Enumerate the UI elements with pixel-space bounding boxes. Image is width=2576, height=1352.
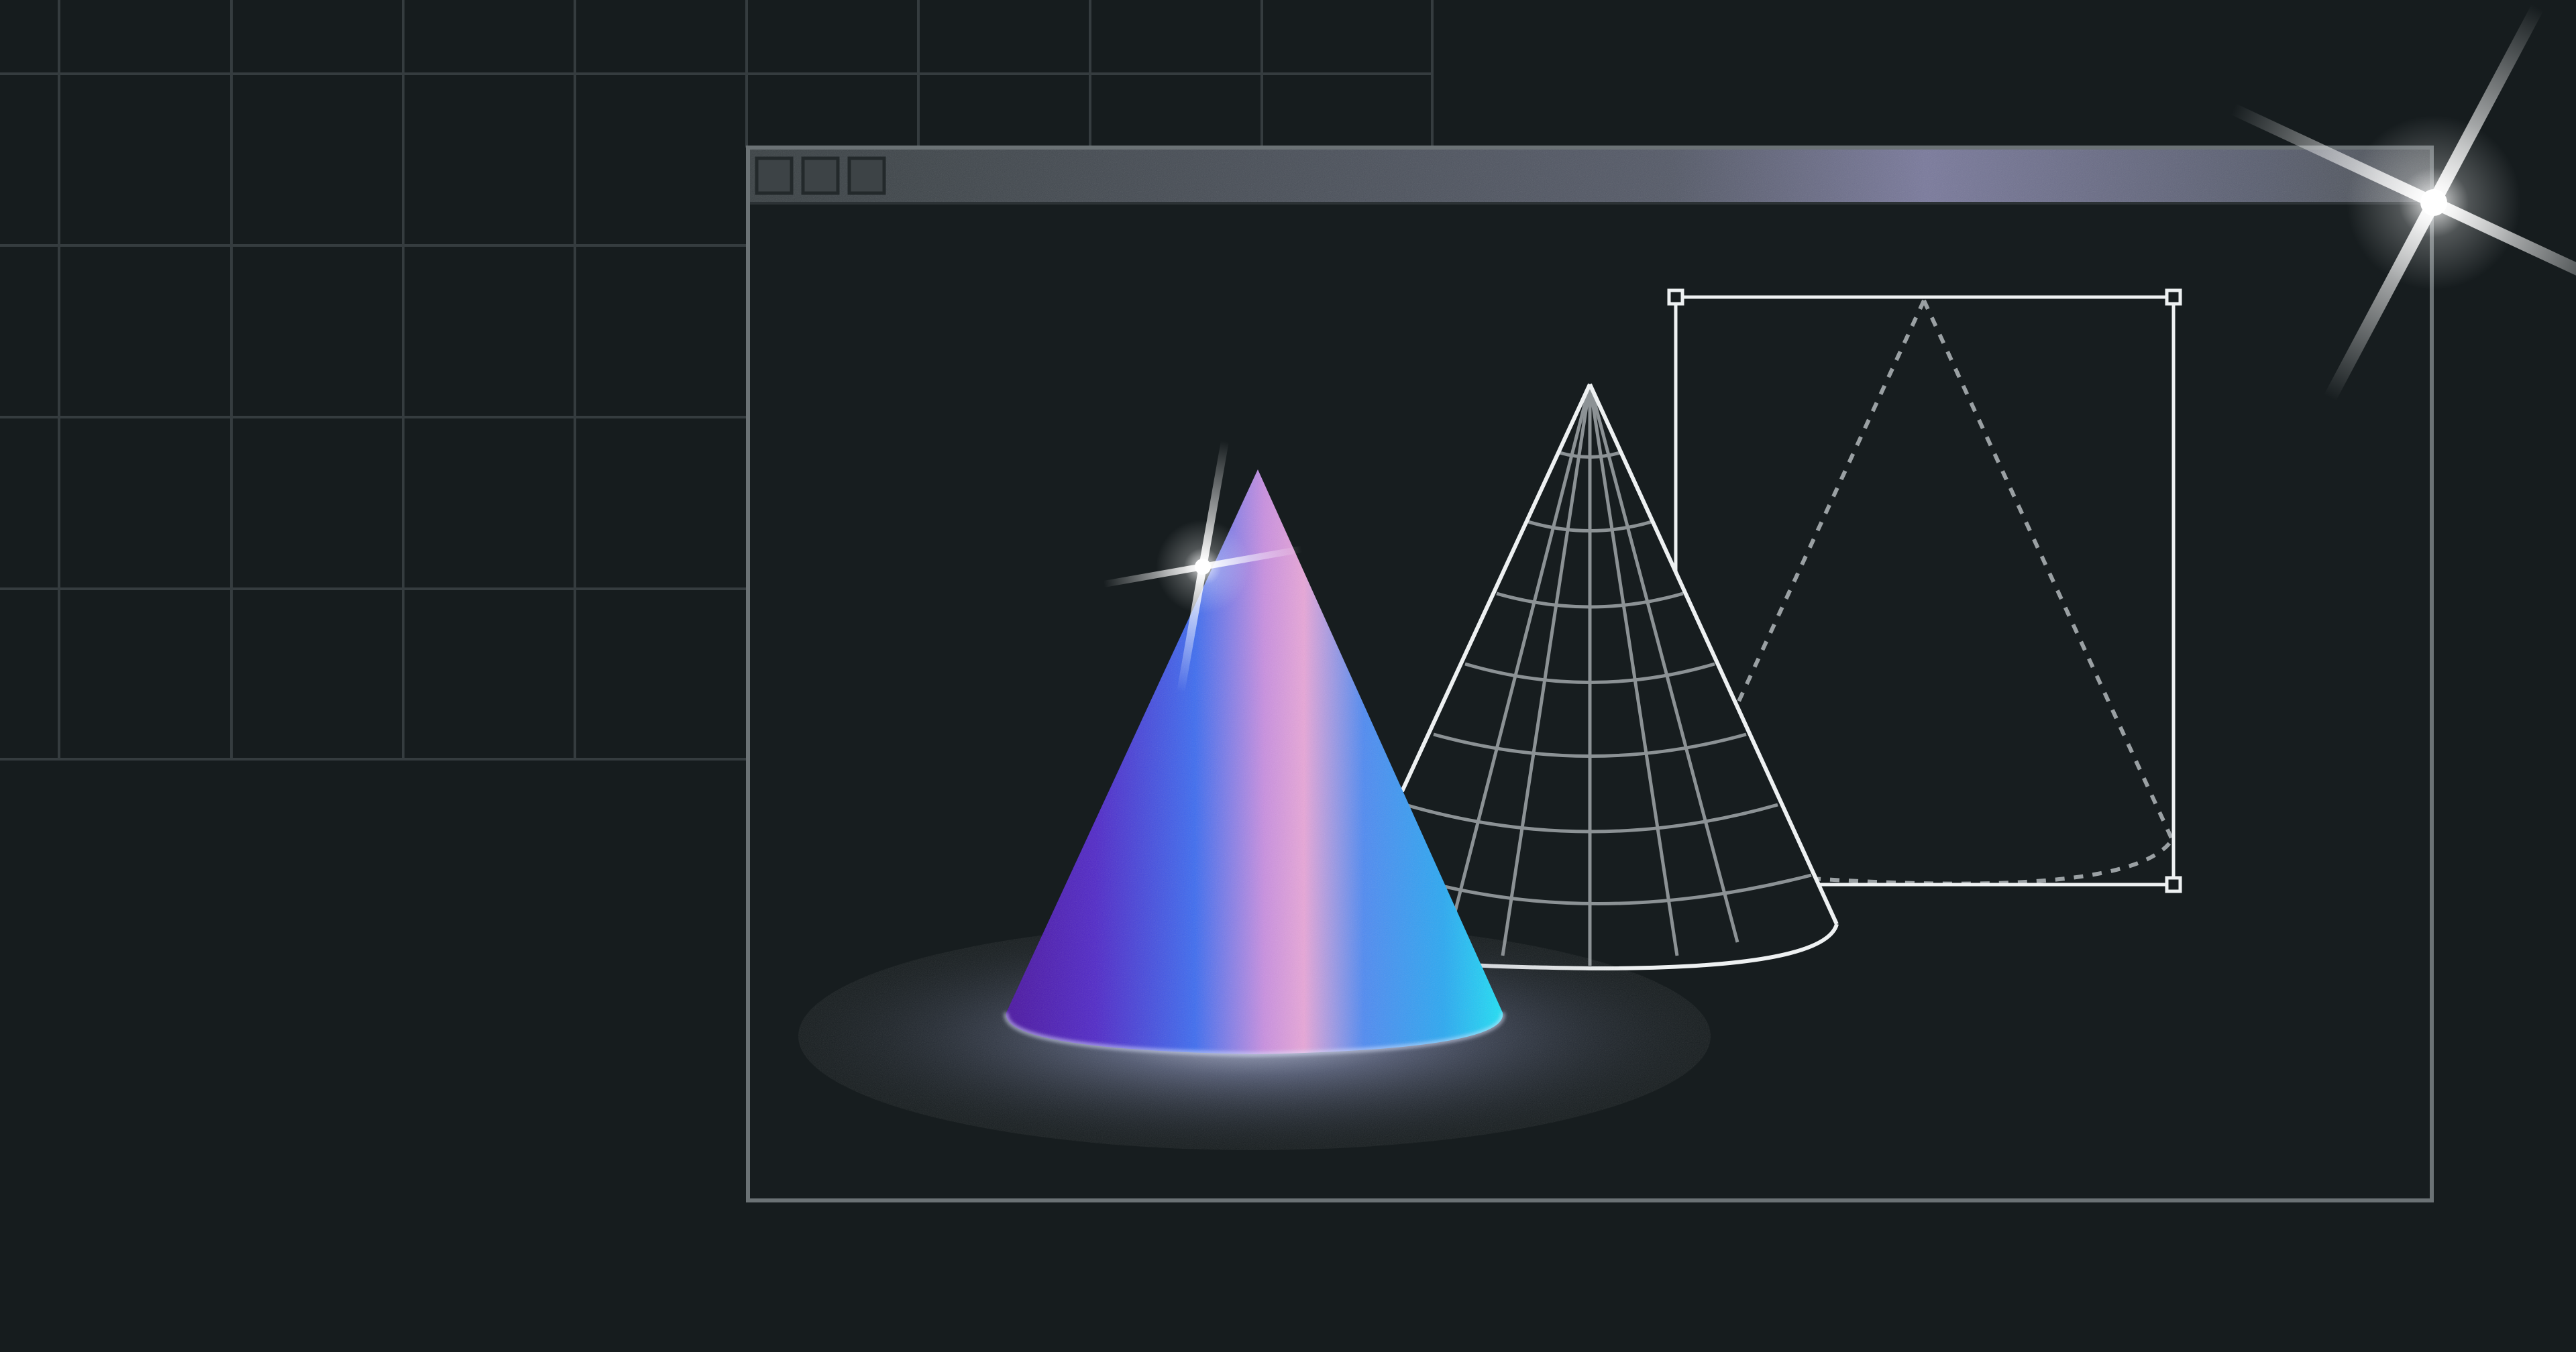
cone-illustration [0,0,2576,1352]
resize-handle-icon[interactable] [2165,876,2182,893]
resize-handle-icon[interactable] [2165,288,2182,306]
titlebar-button-icon[interactable] [801,156,840,195]
resize-handle-icon[interactable] [1667,288,1684,306]
titlebar-button-icon[interactable] [847,156,886,195]
titlebar-button-icon[interactable] [755,156,794,195]
wireframe-cone [1397,383,1839,971]
window-controls[interactable] [755,156,886,195]
